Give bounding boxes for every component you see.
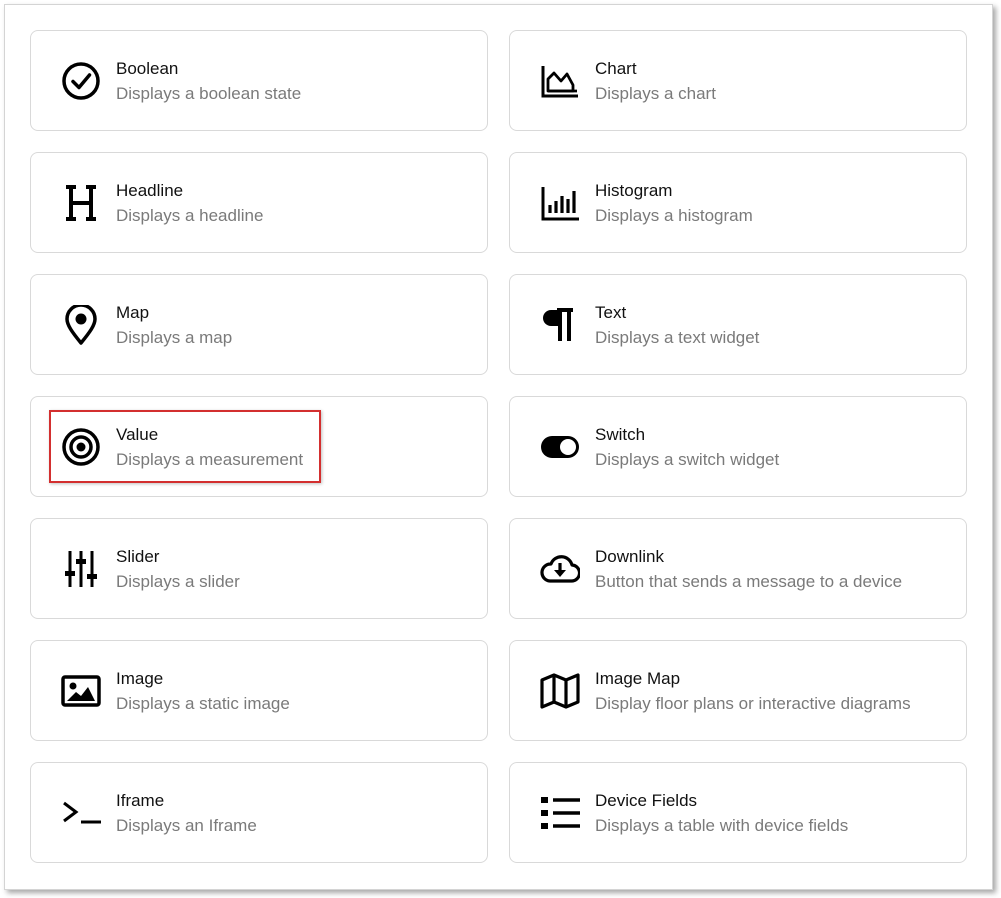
widget-description: Displays a histogram [595, 206, 753, 225]
widget-title: Text [595, 303, 627, 322]
widget-title: Image [116, 669, 164, 688]
toggle-switch-icon [540, 427, 580, 467]
pilcrow-icon [540, 305, 580, 345]
widget-description: Displays a map [116, 328, 233, 347]
widget-title: Histogram [595, 181, 673, 200]
widget-description: Displays a table with device fields [595, 816, 849, 835]
widget-title: Iframe [116, 791, 165, 810]
widget-card-histogram[interactable]: Histogram Displays a histogram [509, 152, 967, 253]
map-pin-icon [61, 305, 101, 345]
widget-title: Value [116, 425, 159, 444]
widget-description: Button that sends a message to a device [595, 572, 903, 591]
widget-card-map[interactable]: Map Displays a map [30, 274, 488, 375]
list-icon [540, 793, 580, 833]
widget-card-slider[interactable]: Slider Displays a slider [30, 518, 488, 619]
widget-description: Displays a measurement [116, 450, 304, 469]
widget-title: Image Map [595, 669, 681, 688]
widget-description: Displays a text widget [595, 328, 760, 347]
widget-title: Headline [116, 181, 184, 200]
widget-title: Downlink [595, 547, 664, 566]
widget-card-device-fields[interactable]: Device Fields Displays a table with devi… [509, 762, 967, 863]
widget-card-downlink[interactable]: Downlink Button that sends a message to … [509, 518, 967, 619]
target-icon [61, 427, 101, 467]
image-icon [61, 671, 101, 711]
widget-card-boolean[interactable]: Boolean Displays a boolean state [30, 30, 488, 131]
check-circle-icon [61, 61, 101, 101]
widget-description: Display floor plans or interactive diagr… [595, 694, 911, 713]
widget-card-image-map[interactable]: Image Map Display floor plans or interac… [509, 640, 967, 741]
widget-title: Slider [116, 547, 160, 566]
sliders-icon [61, 549, 101, 589]
widget-title: Map [116, 303, 150, 322]
widget-card-iframe[interactable]: Iframe Displays an Iframe [30, 762, 488, 863]
widget-card-image[interactable]: Image Displays a static image [30, 640, 488, 741]
folded-map-icon [540, 671, 580, 711]
widget-card-chart[interactable]: Chart Displays a chart [509, 30, 967, 131]
widget-card-text[interactable]: Text Displays a text widget [509, 274, 967, 375]
widget-card-switch[interactable]: Switch Displays a switch widget [509, 396, 967, 497]
widget-description: Displays a switch widget [595, 450, 780, 469]
widget-description: Displays an Iframe [116, 816, 257, 835]
cloud-download-icon [540, 549, 580, 589]
headline-h-icon [61, 183, 101, 223]
area-chart-icon [540, 61, 580, 101]
widget-title: Switch [595, 425, 646, 444]
widget-title: Boolean [116, 59, 179, 78]
widget-description: Displays a static image [116, 694, 290, 713]
widget-title: Chart [595, 59, 637, 78]
widget-description: Displays a chart [595, 84, 716, 103]
widget-title: Device Fields [595, 791, 698, 810]
terminal-prompt-icon [61, 793, 101, 833]
widget-description: Displays a headline [116, 206, 264, 225]
widget-card-headline[interactable]: Headline Displays a headline [30, 152, 488, 253]
histogram-icon [540, 183, 580, 223]
widget-card-value[interactable]: Value Displays a measurement [30, 396, 488, 497]
widget-description: Displays a boolean state [116, 84, 302, 103]
widget-description: Displays a slider [116, 572, 240, 591]
